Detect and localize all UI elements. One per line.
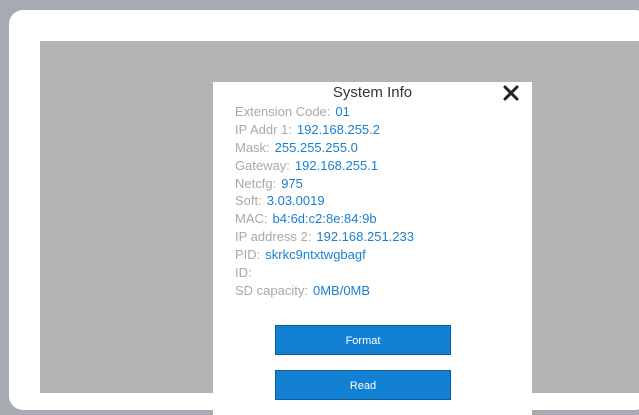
info-value: 01 — [335, 104, 350, 119]
info-row-id: ID: — [235, 264, 414, 282]
info-row-ip-addr-1: IP Addr 1: 192.168.255.2 — [235, 121, 414, 139]
info-value: 0MB/0MB — [312, 282, 371, 298]
info-row-extension-code: Extension Code: 01 — [235, 103, 414, 121]
info-value: 975 — [281, 175, 303, 191]
format-button[interactable]: Format — [275, 325, 451, 355]
info-value: 192.168.255.2 — [296, 121, 380, 137]
screen: System Info Extension Code: 01 IP Addr 1:… — [40, 41, 639, 415]
info-label: SD capacity: — [235, 282, 308, 298]
info-label: IP Addr 1: — [235, 121, 292, 137]
close-button[interactable] — [502, 83, 520, 103]
info-value: 255.255.255.0 — [274, 139, 358, 155]
info-value: skrkc9ntxtwgbagf — [265, 247, 366, 263]
info-row-mac: MAC: b4:6d:c2:8e:84:9b — [235, 210, 414, 228]
info-label: Gateway: — [235, 157, 290, 173]
info-label: Mask: — [235, 139, 270, 155]
info-row-gateway: Gateway: 192.168.255.1 — [235, 157, 414, 175]
info-value: 192.168.251.233 — [316, 229, 414, 245]
info-row-pid: PID: skrkc9ntxtwgbagf — [235, 246, 414, 264]
info-label: MAC: — [235, 211, 268, 227]
info-value: 3.03.0019 — [266, 193, 325, 209]
info-row-ip-address-2: IP address 2: 192.168.251.233 — [235, 228, 414, 246]
info-label: Extension Code: — [235, 104, 331, 119]
info-list: Extension Code: 01 IP Addr 1: 192.168.255.… — [235, 103, 414, 300]
info-row-mask: Mask: 255.255.255.0 — [235, 139, 414, 157]
info-label: Soft: — [235, 193, 262, 209]
dialog-title: System Info — [332, 84, 413, 101]
info-row-soft: Soft: 3.03.0019 — [235, 192, 414, 210]
info-value: 192.168.255.1 — [294, 157, 379, 173]
info-label: PID: — [235, 247, 261, 263]
info-value: b4:6d:c2:8e:84:9b — [272, 211, 377, 227]
info-row-sd-capacity: SD capacity: 0MB/0MB — [235, 282, 414, 300]
read-button[interactable]: Read — [275, 370, 451, 400]
close-icon — [503, 85, 519, 101]
info-row-netcfg: Netcfg: 975 — [235, 175, 414, 193]
device-frame: System Info Extension Code: 01 IP Addr 1:… — [9, 10, 639, 415]
info-label: ID: — [235, 265, 252, 281]
info-label: Netcfg: — [235, 175, 277, 191]
info-label: IP address 2: — [235, 229, 312, 245]
system-info-dialog: System Info Extension Code: 01 IP Addr 1:… — [213, 82, 532, 415]
